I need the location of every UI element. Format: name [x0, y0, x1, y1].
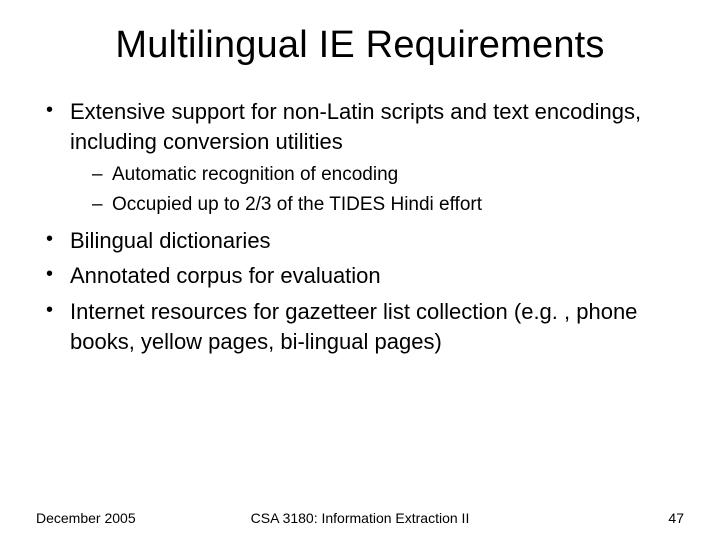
slide-title: Multilingual IE Requirements — [36, 24, 684, 67]
footer-date: December 2005 — [36, 510, 136, 526]
bullet-list: Extensive support for non-Latin scripts … — [36, 97, 684, 356]
sub-item: Occupied up to 2/3 of the TIDES Hindi ef… — [92, 192, 684, 218]
bullet-item: Internet resources for gazetteer list co… — [42, 297, 684, 356]
sub-item: Automatic recognition of encoding — [92, 162, 684, 188]
bullet-item: Bilingual dictionaries — [42, 226, 684, 256]
bullet-text: Bilingual dictionaries — [70, 228, 271, 253]
footer: December 2005 CSA 3180: Information Extr… — [36, 510, 684, 526]
bullet-text: Extensive support for non-Latin scripts … — [70, 99, 641, 154]
footer-course: CSA 3180: Information Extraction II — [251, 510, 470, 526]
sub-list: Automatic recognition of encoding Occupi… — [70, 162, 684, 217]
bullet-item: Annotated corpus for evaluation — [42, 261, 684, 291]
footer-page-number: 47 — [668, 510, 684, 526]
slide: Multilingual IE Requirements Extensive s… — [0, 0, 720, 540]
bullet-item: Extensive support for non-Latin scripts … — [42, 97, 684, 218]
bullet-text: Annotated corpus for evaluation — [70, 263, 381, 288]
bullet-text: Internet resources for gazetteer list co… — [70, 299, 637, 354]
